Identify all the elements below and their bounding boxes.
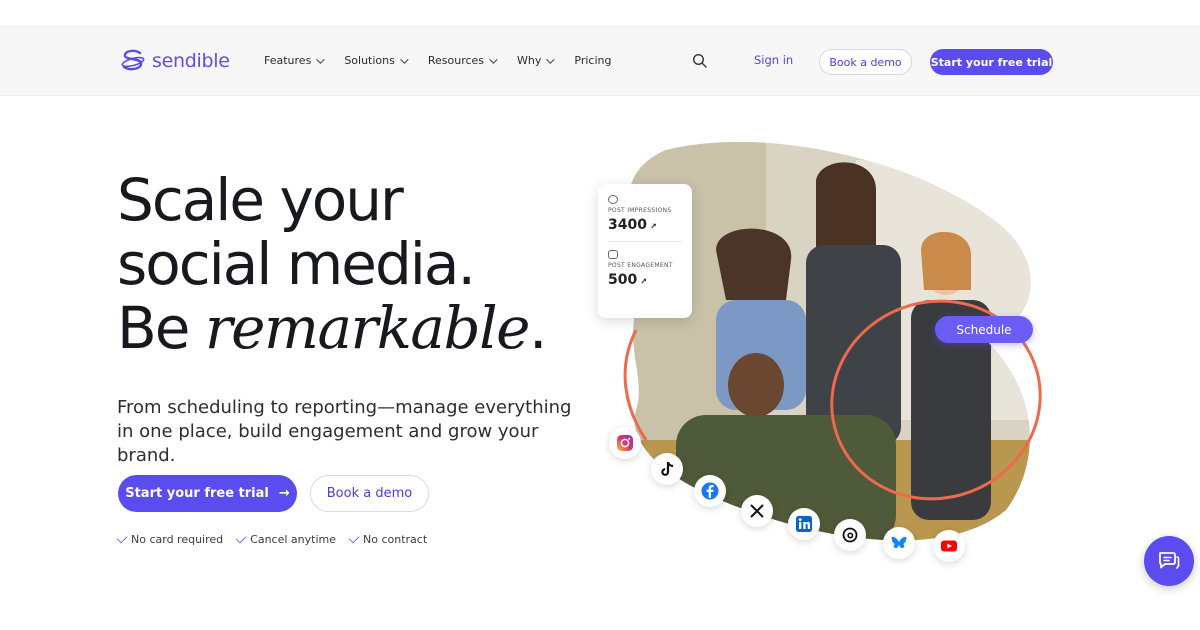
impressions-label: POST IMPRESSIONS — [608, 207, 672, 214]
tiktok-icon[interactable] — [651, 453, 683, 485]
schedule-badge: Schedule — [935, 316, 1033, 343]
nav-item-label: Features — [264, 54, 312, 67]
nav-item-pricing[interactable]: Pricing — [574, 54, 611, 67]
threads-icon[interactable] — [834, 519, 866, 551]
checkmark-icon — [348, 532, 360, 544]
search-icon[interactable] — [692, 53, 708, 69]
x-icon[interactable] — [741, 495, 773, 527]
engagement-value: 500 ↗ — [608, 272, 682, 288]
instagram-icon[interactable] — [609, 427, 641, 459]
benefits-list: No card required Cancel anytime No contr… — [116, 532, 428, 546]
bluesky-icon[interactable] — [883, 527, 915, 559]
benefit-item: Cancel anytime — [235, 532, 336, 546]
nav-menu: Features Solutions Resources Why Pricing — [264, 54, 633, 67]
sign-in-link[interactable]: Sign in — [754, 53, 793, 67]
chevron-down-icon — [546, 54, 556, 64]
sendible-logo-icon — [121, 49, 145, 71]
arrow-right-icon: → — [278, 486, 290, 501]
nav-item-why[interactable]: Why — [517, 54, 556, 67]
nav-item-label: Why — [517, 54, 542, 67]
nav-item-solutions[interactable]: Solutions — [344, 54, 409, 67]
checkmark-icon — [116, 532, 128, 544]
engagement-icon — [608, 250, 618, 259]
trend-up-icon: ↗ — [640, 277, 647, 286]
headline-line-1: Scale your — [117, 166, 404, 234]
hero-headline: Scale your social media. Be remarkable. — [117, 166, 548, 362]
brand-name: sendible — [152, 50, 230, 72]
engagement-label: POST ENGAGEMENT — [608, 262, 673, 269]
benefit-label: Cancel anytime — [250, 533, 336, 546]
hero-subtitle: From scheduling to reporting—manage ever… — [117, 397, 572, 466]
headline-emphasis: remarkable — [204, 294, 531, 362]
nav-item-label: Pricing — [574, 54, 612, 67]
nav-start-trial-button[interactable]: Start your free trial — [930, 49, 1053, 75]
chevron-down-icon — [316, 54, 325, 64]
nav-book-demo-button[interactable]: Book a demo — [819, 49, 912, 75]
hero-start-trial-button[interactable]: Start your free trial → — [118, 475, 297, 512]
benefit-item: No card required — [116, 532, 224, 546]
sendible-logo[interactable]: sendible — [120, 49, 230, 73]
checkmark-icon — [235, 532, 247, 544]
chat-launcher-button[interactable] — [1144, 536, 1194, 586]
nav-item-label: Resources — [427, 54, 485, 67]
divider — [608, 241, 682, 242]
headline-line-2: social media. — [117, 230, 476, 298]
hero-book-demo-button[interactable]: Book a demo — [310, 475, 429, 512]
stats-card: POST IMPRESSIONS 3400 ↗ POST ENGAGEMENT 5… — [598, 184, 692, 318]
main-navigation: sendible Features Solutions Resources Wh… — [0, 26, 1200, 96]
chevron-down-icon — [489, 54, 498, 64]
engagement-number: 500 — [608, 272, 638, 288]
benefit-label: No contract — [363, 533, 428, 546]
cta-trial-label: Start your free trial — [125, 486, 269, 501]
benefit-item: No contract — [348, 532, 428, 546]
eye-icon — [608, 195, 618, 204]
nav-item-resources[interactable]: Resources — [427, 54, 498, 67]
impressions-number: 3400 — [608, 217, 647, 233]
top-strip — [0, 0, 1200, 26]
trend-up-icon: ↗ — [649, 222, 657, 231]
chat-icon — [1159, 552, 1180, 569]
nav-item-label: Solutions — [344, 54, 395, 67]
facebook-icon[interactable] — [694, 475, 726, 507]
linkedin-icon[interactable] — [788, 508, 820, 540]
headline-line-3-start: Be — [117, 294, 205, 362]
impressions-value: 3400 ↗ — [608, 217, 682, 233]
benefit-label: No card required — [131, 533, 224, 546]
nav-item-features[interactable]: Features — [264, 54, 325, 67]
youtube-icon[interactable] — [933, 530, 965, 562]
headline-period: . — [529, 294, 547, 362]
chevron-down-icon — [400, 54, 409, 64]
